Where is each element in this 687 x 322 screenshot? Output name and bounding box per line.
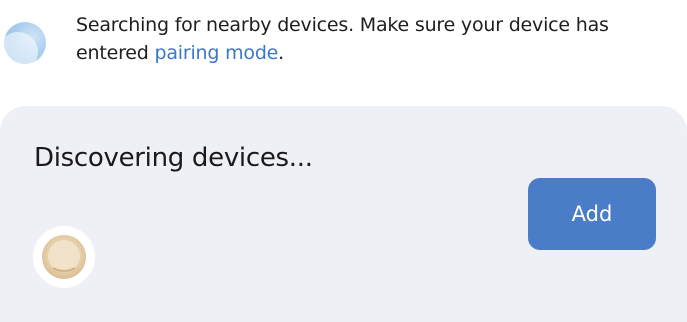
pairing-mode-link[interactable]: pairing mode xyxy=(154,42,278,64)
add-button[interactable]: Add xyxy=(528,178,656,250)
device-item[interactable] xyxy=(33,226,95,288)
discovery-card: Discovering devices... Add xyxy=(0,106,687,322)
pairing-instructions: Searching for nearby devices. Make sure … xyxy=(76,11,656,67)
pairing-screen: Searching for nearby devices. Make sure … xyxy=(0,0,687,322)
instructions-end: . xyxy=(278,42,285,64)
device-thumbnail-icon xyxy=(42,235,86,279)
discovery-title: Discovering devices... xyxy=(34,143,313,173)
scanning-indicator-icon xyxy=(4,22,46,64)
